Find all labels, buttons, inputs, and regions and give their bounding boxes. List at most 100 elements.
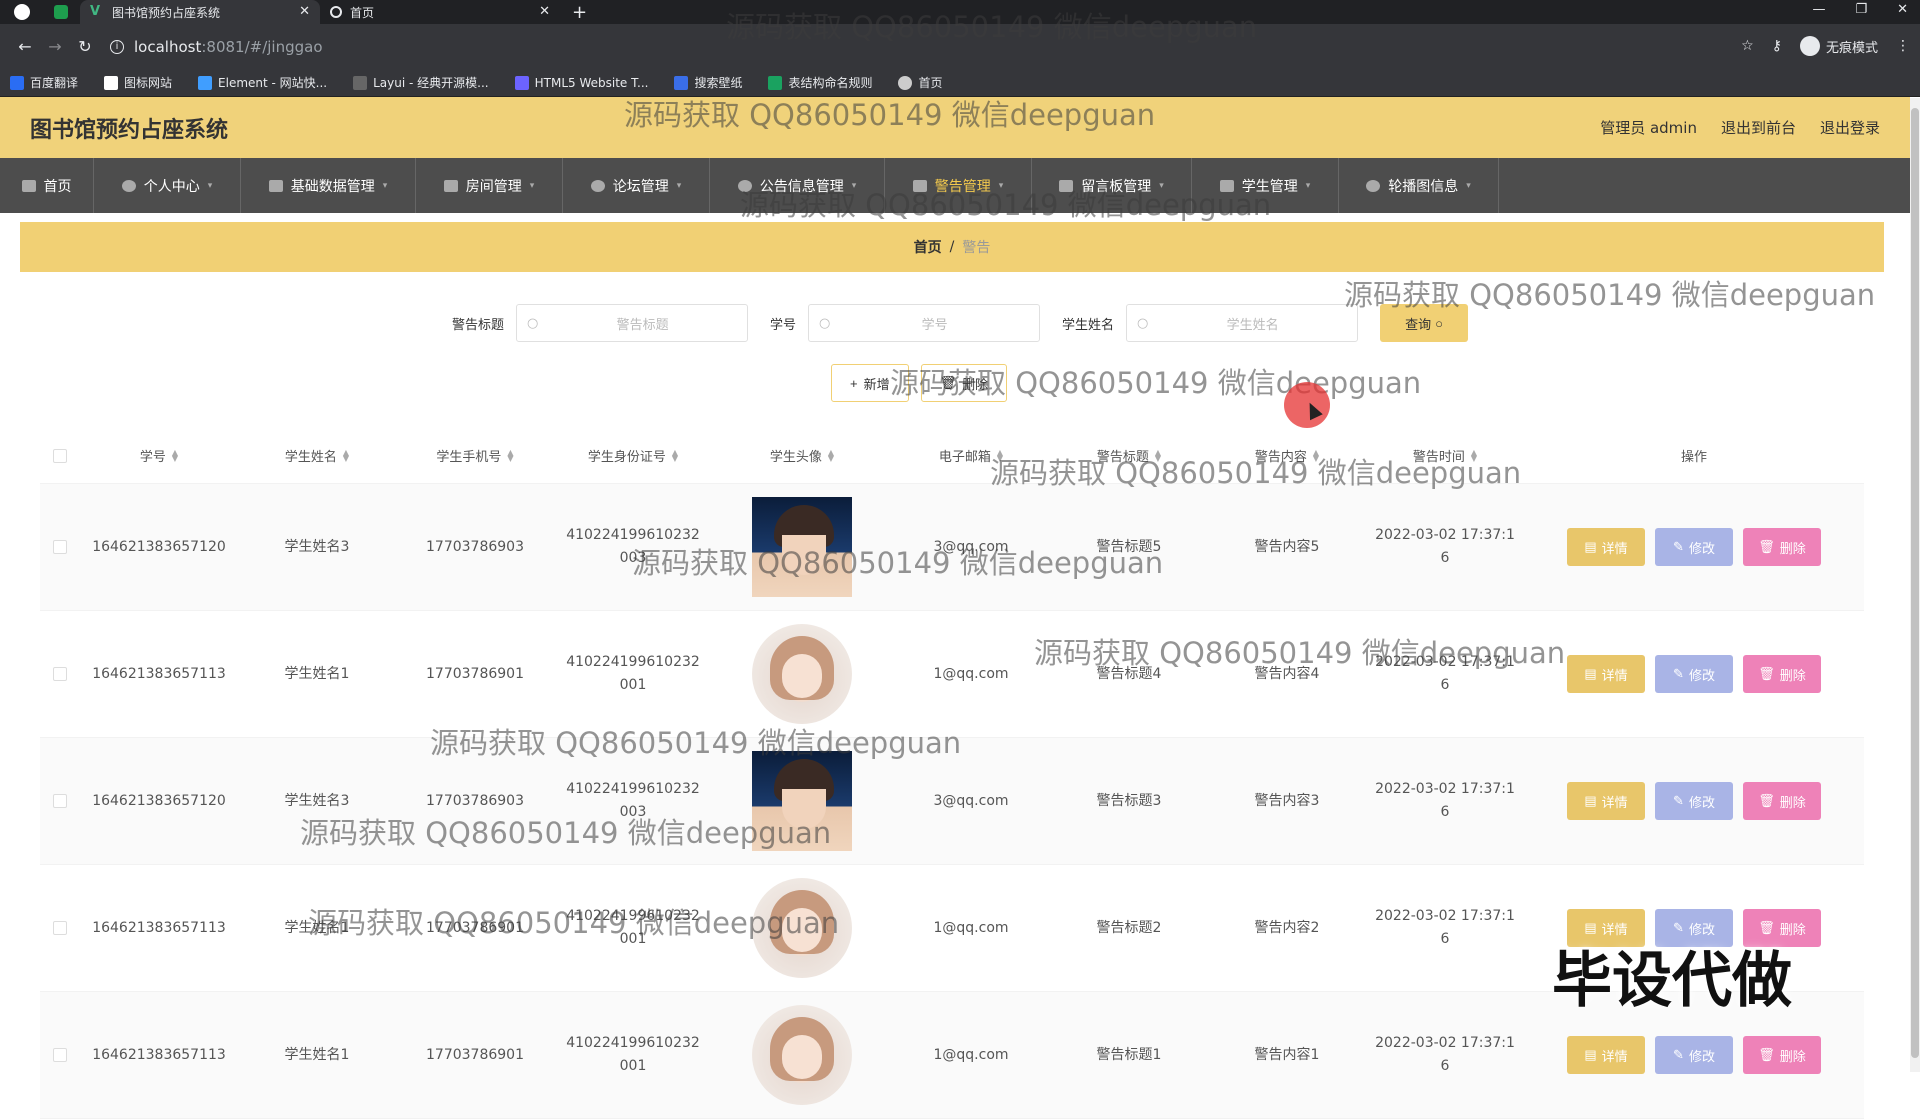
menu-item-home[interactable]: 首页: [0, 158, 94, 213]
message-icon: [1059, 179, 1074, 192]
detail-label: 详情: [1601, 1048, 1628, 1064]
detail-button[interactable]: ▤ 详情: [1567, 528, 1645, 566]
scrollbar-thumb[interactable]: [1911, 108, 1919, 1058]
detail-button[interactable]: ▤ 详情: [1567, 782, 1645, 820]
bookmark-item[interactable]: 百度翻译: [10, 74, 78, 91]
tab-close-icon[interactable]: ✕: [299, 4, 310, 19]
add-button[interactable]: + 新增: [831, 364, 909, 402]
cell-content: 警告内容2: [1254, 919, 1320, 936]
menu-item-notice[interactable]: 公告信息管理 ▾: [710, 158, 885, 213]
browser-tab-active[interactable]: V 图书馆预约占座系统 ✕: [80, 0, 320, 24]
row-checkbox[interactable]: [53, 540, 67, 554]
cell-title: 警告标题2: [1096, 919, 1162, 936]
url-field[interactable]: i localhost:8081/#/jinggao: [110, 38, 323, 56]
edit-button[interactable]: ✎ 修改: [1655, 528, 1733, 566]
minimize-icon[interactable]: —: [1812, 0, 1825, 20]
delete-button[interactable]: 🗑 删除: [1743, 655, 1821, 693]
logout-link[interactable]: 退出登录: [1820, 117, 1880, 138]
new-tab-icon[interactable]: +: [572, 2, 587, 23]
password-key-icon[interactable]: ⚷: [1772, 38, 1782, 54]
bookmark-label: Layui - 经典开源模...: [373, 76, 489, 90]
row-checkbox[interactable]: [53, 921, 67, 935]
restore-icon[interactable]: ❐: [1855, 0, 1867, 20]
query-label: 查询: [1405, 316, 1432, 332]
back-to-front-link[interactable]: 退出到前台: [1721, 117, 1796, 138]
col-header-email[interactable]: 电子邮箱 ▲ ▼: [892, 446, 1050, 465]
menu-item-room[interactable]: 房间管理 ▾: [416, 158, 563, 213]
reload-icon[interactable]: ↻: [70, 37, 100, 56]
query-button[interactable]: 查询 ○: [1380, 304, 1469, 342]
window-close-icon[interactable]: ✕: [1897, 0, 1908, 20]
menu-item-student[interactable]: 学生管理 ▾: [1192, 158, 1339, 213]
header-label: 操作: [1680, 450, 1707, 465]
page-scrollbar[interactable]: [1910, 98, 1920, 1072]
student-name-input[interactable]: ○ 学生姓名: [1126, 304, 1359, 342]
col-header-content[interactable]: 警告内容 ▲ ▼: [1208, 446, 1366, 465]
col-header-idcard[interactable]: 学生身份证号 ▲ ▼: [554, 446, 712, 465]
delete-label: 删除: [962, 376, 989, 392]
delete-button[interactable]: 🗑 删除: [1743, 528, 1821, 566]
menu-item-message-board[interactable]: 留言板管理 ▾: [1032, 158, 1192, 213]
bookmark-item[interactable]: 搜索壁纸: [674, 74, 742, 91]
col-header-phone[interactable]: 学生手机号 ▲ ▼: [396, 446, 554, 465]
incognito-indicator[interactable]: 无痕模式: [1799, 36, 1878, 56]
detail-button[interactable]: ▤ 详情: [1567, 655, 1645, 693]
detail-button[interactable]: ▤ 详情: [1567, 1036, 1645, 1074]
cell-name: 学生姓名3: [284, 538, 350, 555]
bookmark-item[interactable]: Element - 网站快...: [198, 74, 327, 91]
row-checkbox[interactable]: [53, 794, 67, 808]
col-header-avatar[interactable]: 学生头像 ▲ ▼: [712, 446, 892, 465]
search-icon: ○: [1435, 315, 1443, 331]
edit-button[interactable]: ✎ 修改: [1655, 1036, 1733, 1074]
site-info-icon[interactable]: i: [110, 39, 124, 54]
student-no-input[interactable]: ○ 学号: [808, 304, 1040, 342]
row-checkbox[interactable]: [53, 1048, 67, 1062]
row-checkbox[interactable]: [53, 667, 67, 681]
delete-button[interactable]: 🗑 删除: [1743, 1036, 1821, 1074]
student-avatar[interactable]: [752, 878, 852, 978]
cell-time: 2022-03-02 17:37:16: [1366, 1032, 1524, 1078]
breadcrumb-home[interactable]: 首页: [914, 237, 942, 257]
bookmark-item[interactable]: 图标网站: [104, 74, 172, 91]
tab-close-icon[interactable]: ✕: [539, 4, 550, 19]
menu-label: 公告信息管理: [759, 178, 844, 195]
delete-label: 删除: [1779, 1048, 1806, 1064]
bookmark-item[interactable]: 表结构命名规则: [768, 74, 872, 91]
col-header-no[interactable]: 学号 ▲ ▼: [80, 446, 238, 465]
edit-button[interactable]: ✎ 修改: [1655, 782, 1733, 820]
menu-item-warning[interactable]: 警告管理 ▾: [885, 158, 1032, 213]
cell-no: 164621383657120: [92, 792, 226, 809]
menu-item-forum[interactable]: 论坛管理 ▾: [563, 158, 710, 213]
menu-label: 警告管理: [934, 178, 991, 195]
bookmark-star-icon[interactable]: ☆: [1741, 38, 1754, 54]
batch-delete-button[interactable]: 🗑 删除: [920, 364, 1008, 402]
col-header-name[interactable]: 学生姓名 ▲ ▼: [238, 446, 396, 465]
student-avatar[interactable]: [752, 1005, 852, 1105]
admin-user-link[interactable]: 管理员 admin: [1600, 117, 1697, 138]
col-header-time[interactable]: 警告时间 ▲ ▼: [1366, 446, 1524, 465]
col-header-title[interactable]: 警告标题 ▲ ▼: [1050, 446, 1208, 465]
forward-icon[interactable]: →: [40, 37, 70, 56]
cell-email: 1@qq.com: [933, 919, 1009, 936]
bookmark-item[interactable]: 首页: [898, 74, 943, 91]
student-avatar[interactable]: [752, 497, 852, 597]
back-icon[interactable]: ←: [10, 37, 40, 56]
menu-item-carousel[interactable]: 轮播图信息 ▾: [1339, 158, 1499, 213]
delete-button[interactable]: 🗑 删除: [1743, 782, 1821, 820]
search-icon: ○: [1137, 315, 1149, 331]
menu-item-personal[interactable]: 个人中心 ▾: [94, 158, 241, 213]
browser-tab[interactable]: 首页 ✕: [320, 0, 560, 24]
table-row: 164621383657113 学生姓名1 17703786901 410224199…: [40, 611, 1864, 738]
menu-item-basic-data[interactable]: 基础数据管理 ▾: [241, 158, 416, 213]
student-avatar[interactable]: [752, 624, 852, 724]
select-all-checkbox[interactable]: [53, 448, 67, 463]
student-avatar[interactable]: [752, 751, 852, 851]
bookmark-item[interactable]: Layui - 经典开源模...: [353, 74, 489, 91]
warning-title-input[interactable]: ○ 警告标题: [515, 304, 748, 342]
extension-icon[interactable]: [54, 5, 68, 19]
browser-menu-icon[interactable]: ⋮: [1896, 38, 1910, 54]
edit-button[interactable]: ✎ 修改: [1655, 655, 1733, 693]
bookmark-item[interactable]: HTML5 Website T...: [514, 75, 648, 90]
time-text: 2022-03-02 17:37:16: [1375, 781, 1515, 820]
document-icon: ▤: [1584, 539, 1597, 554]
